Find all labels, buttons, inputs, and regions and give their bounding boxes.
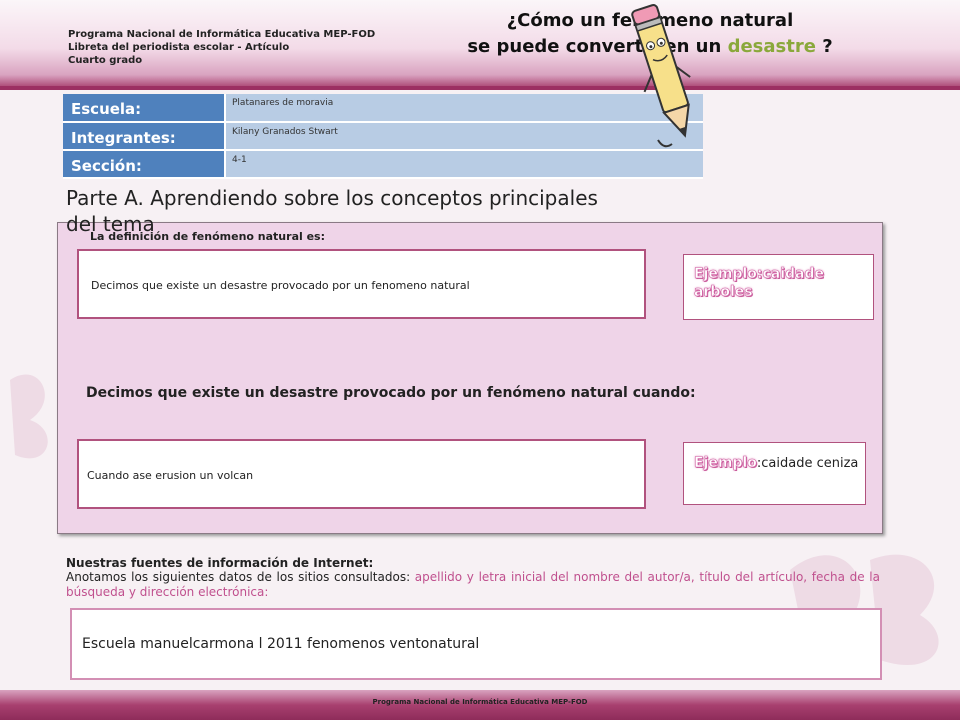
title-highlight: desastre bbox=[727, 36, 816, 57]
disaster-example-text: :caidade ceniza bbox=[756, 456, 859, 471]
disaster-answer-text: Cuando ase erusion un volcan bbox=[87, 469, 254, 482]
members-label: Integrantes: bbox=[63, 122, 225, 151]
title-suffix: ? bbox=[815, 36, 833, 57]
student-info-table: Escuela: Platanares de moravia Integrant… bbox=[63, 94, 703, 179]
program-name: Programa Nacional de Informática Educati… bbox=[68, 29, 376, 40]
definition-answer-text: Decimos que existe un desastre provocado… bbox=[91, 279, 470, 292]
school-label: Escuela: bbox=[63, 94, 225, 123]
sources-answer-box[interactable]: Escuela manuelcarmona l 2011 fenomenos v… bbox=[70, 608, 882, 680]
sources-answer-text: Escuela manuelcarmona l 2011 fenomenos v… bbox=[82, 636, 480, 652]
disaster-answer-box[interactable]: Cuando ase erusion un volcan bbox=[77, 439, 646, 509]
disaster-example-box[interactable]: Ejemplo:caidade ceniza bbox=[683, 442, 866, 505]
info-row-members: Integrantes: Kilany Granados Stwart bbox=[63, 122, 703, 151]
grade-label: Cuarto grado bbox=[68, 55, 143, 66]
notebook-subtitle: Libreta del periodista escolar - Artícul… bbox=[68, 42, 290, 53]
info-row-section: Sección: 4-1 bbox=[63, 150, 703, 179]
footer-banner: Programa Nacional de Informática Educati… bbox=[0, 690, 960, 720]
disaster-example-head: Ejemplo bbox=[694, 455, 757, 472]
sources-instructions: Anotamos los siguientes datos de los sit… bbox=[66, 570, 880, 600]
definition-answer-box[interactable]: Decimos que existe un desastre provocado… bbox=[77, 249, 646, 319]
pencil-mascot-icon bbox=[631, 4, 691, 148]
section-label: Sección: bbox=[63, 150, 225, 179]
disaster-sentence: Decimos que existe un desastre provocado… bbox=[86, 385, 696, 401]
footer-text: Programa Nacional de Informática Educati… bbox=[372, 698, 588, 706]
info-row-school: Escuela: Platanares de moravia bbox=[63, 94, 703, 123]
disaster-example-content: Ejemplo:caidade ceniza bbox=[694, 455, 859, 472]
sources-intro: Anotamos los siguientes datos de los sit… bbox=[66, 570, 415, 584]
program-info: Programa Nacional de Informática Educati… bbox=[68, 28, 375, 67]
sources-title: Nuestras fuentes de información de Inter… bbox=[66, 556, 374, 570]
definition-example-text: Ejemplo:caidade arboles bbox=[694, 266, 825, 301]
part-a-heading: Parte A. Aprendiendo sobre los conceptos… bbox=[66, 186, 598, 236]
definition-example-box[interactable]: Ejemplo:caidade arboles bbox=[683, 254, 874, 320]
header-divider bbox=[0, 86, 960, 90]
